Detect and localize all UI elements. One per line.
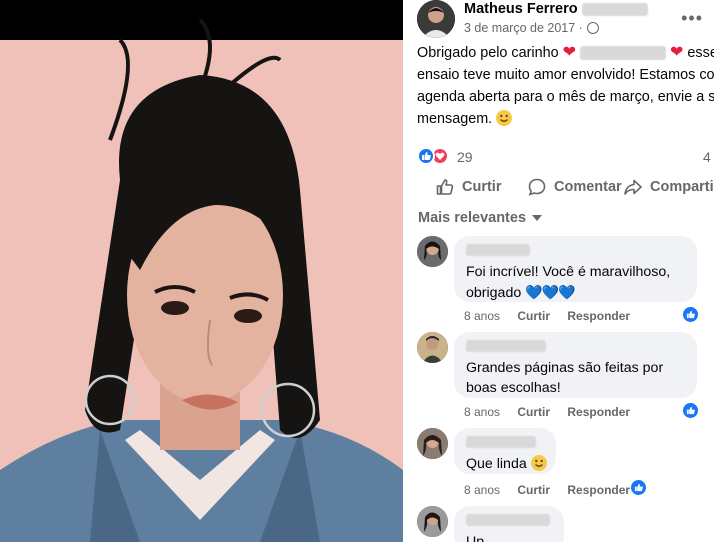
comment-text-line: Que linda (466, 454, 547, 474)
sort-caret-icon (532, 215, 543, 221)
more-options-icon[interactable]: ••• (681, 8, 703, 29)
commenter-avatar[interactable] (417, 428, 448, 459)
post-date[interactable]: 3 de março de 2017 · (464, 21, 599, 35)
commenter-avatar[interactable] (417, 236, 448, 267)
share-button[interactable]: Compartilhar (623, 177, 714, 197)
comment-meta: 8 anos Curtir Responder (464, 405, 644, 419)
blue-heart-emoji: 💙💙💙 (525, 284, 575, 300)
portrait-image (0, 0, 403, 542)
comment-count[interactable]: 4 (703, 149, 711, 165)
comment-bubble: Que linda (454, 428, 556, 474)
post-text-line-3: agenda aberta para o mês de março, envie… (417, 89, 714, 105)
comment-like-badge-icon[interactable] (682, 306, 699, 323)
comment-item: Que linda 8 anos Curtir Responder (417, 428, 714, 498)
author-avatar[interactable] (417, 0, 455, 38)
smile-emoji (496, 110, 513, 126)
comment-meta: 8 anos Curtir Responder (464, 483, 644, 497)
comment-age[interactable]: 8 anos (464, 309, 500, 323)
comment-bubble: Foi incrível! Você é maravilhoso, obriga… (454, 236, 697, 302)
smile-emoji (530, 455, 547, 471)
redacted-commenter-name[interactable] (466, 514, 550, 526)
share-icon (624, 179, 642, 195)
comment-like-badge-icon[interactable] (682, 402, 699, 419)
post-text: Obrigado pelo carinho ❤ ❤ esse ensaio te… (417, 42, 714, 130)
author-name[interactable]: Matheus Ferrero (464, 1, 648, 17)
comment-reply-link[interactable]: Responder (567, 309, 630, 323)
comment-like-badge-icon[interactable] (630, 479, 647, 496)
comment-item: Foi incrível! Você é maravilhoso, obriga… (417, 236, 714, 326)
comment-text-line: obrigado 💙💙💙 (466, 284, 575, 301)
comment-reply-link[interactable]: Responder (567, 405, 630, 419)
reactions-summary[interactable]: 29 4 (417, 146, 714, 168)
redacted-commenter-name[interactable] (466, 436, 536, 448)
post-text-line-4: mensagem. (417, 108, 714, 130)
heart-emoji: ❤ (670, 44, 684, 61)
post-date-text[interactable]: 3 de março de 2017 · (464, 21, 583, 35)
comment-sort-selector[interactable]: Mais relevantes (418, 210, 543, 226)
redacted-name-part (581, 2, 648, 16)
heart-emoji: ❤ (562, 44, 577, 61)
redacted-commenter-name[interactable] (466, 244, 530, 256)
comment-text-line: boas escolhas! (466, 380, 561, 396)
comment-like-link[interactable]: Curtir (517, 405, 550, 419)
post-text-line-1: Obrigado pelo carinho ❤ ❤ esse (417, 44, 714, 61)
post-panel: Matheus Ferrero 3 de março de 2017 · •••… (403, 0, 714, 542)
commenter-avatar[interactable] (417, 506, 448, 537)
comment-icon (528, 178, 546, 196)
comment-item: Grandes páginas são feitas por boas esco… (417, 332, 714, 422)
comment-like-link[interactable]: Curtir (517, 309, 550, 323)
comment-age[interactable]: 8 anos (464, 483, 500, 497)
comment-meta: 8 anos Curtir Responder (464, 309, 644, 323)
comment-like-link[interactable]: Curtir (517, 483, 550, 497)
comment-age[interactable]: 8 anos (464, 405, 500, 419)
redacted-commenter-name[interactable] (466, 340, 546, 352)
redacted-mention (580, 46, 667, 61)
author-name-text[interactable]: Matheus Ferrero (464, 1, 578, 17)
comment-item: Up (417, 506, 714, 542)
post-header: Matheus Ferrero 3 de março de 2017 · ••• (417, 0, 714, 40)
commenter-avatar[interactable] (417, 332, 448, 363)
comment-button[interactable]: Comentar (527, 177, 622, 197)
comment-text-line: Up (466, 534, 485, 542)
post-text-line-2: ensaio teve muito amor envolvido! Estamo… (417, 67, 714, 83)
reaction-count[interactable]: 29 (457, 149, 473, 165)
post-photo[interactable] (0, 0, 403, 542)
post-actions: Curtir Comentar Compartilhar (417, 172, 714, 204)
thumbs-up-icon (436, 179, 454, 195)
comment-bubble: Up (454, 506, 564, 542)
like-button[interactable]: Curtir (435, 177, 501, 197)
comment-text-line: Grandes páginas são feitas por (466, 360, 664, 376)
comment-bubble: Grandes páginas são feitas por boas esco… (454, 332, 697, 398)
globe-icon (586, 22, 599, 34)
like-reaction-icon (417, 147, 435, 165)
comment-text-line: Foi incrível! Você é maravilhoso, (466, 264, 671, 280)
comment-reply-link[interactable]: Responder (567, 483, 630, 497)
